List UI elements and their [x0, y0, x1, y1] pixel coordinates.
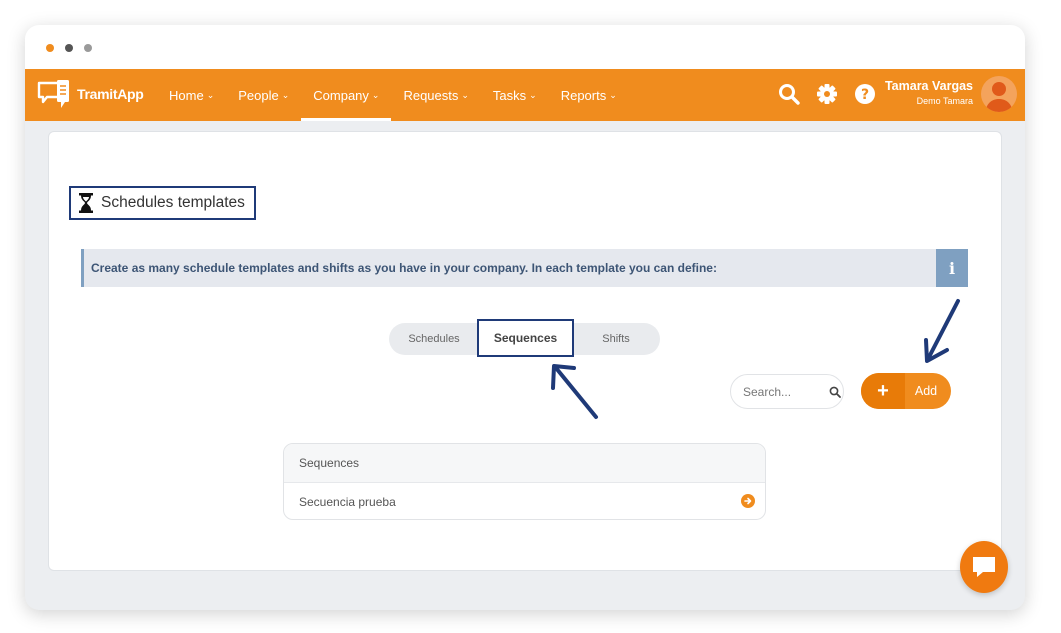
- annotation-arrow-tabs: [551, 299, 960, 419]
- chat-button[interactable]: [960, 541, 1008, 593]
- chat-bubble-icon: [973, 557, 995, 577]
